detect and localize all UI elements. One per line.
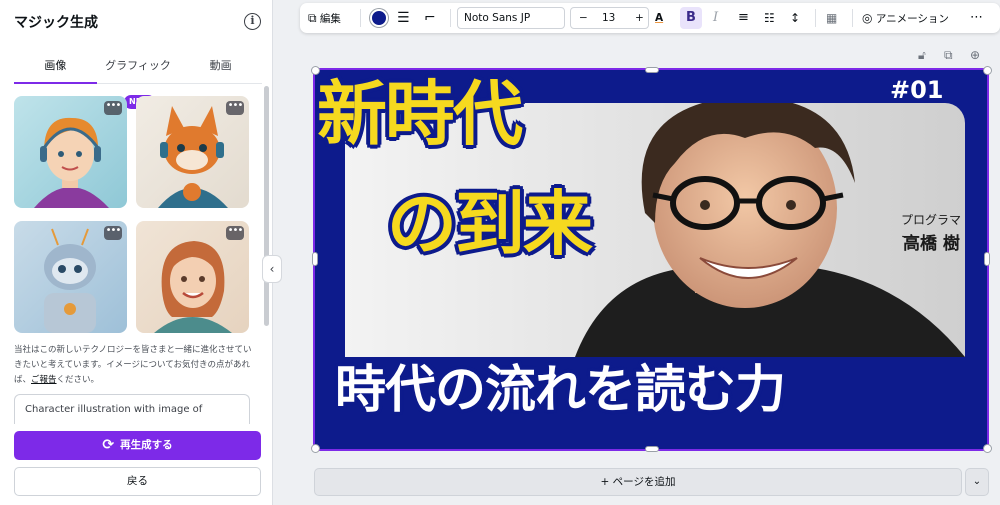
resize-handle-left[interactable] — [312, 252, 318, 266]
generated-image-2[interactable]: ••• — [136, 96, 249, 208]
edit-label: 編集 — [319, 13, 341, 25]
description-text-end: ください。 — [56, 375, 100, 385]
decrease-size-icon[interactable]: − — [579, 8, 588, 28]
generated-image-4[interactable]: ••• — [136, 221, 249, 333]
generated-image-1[interactable]: ••• — [14, 96, 127, 208]
tab-images[interactable]: 画像 — [14, 48, 97, 84]
tab-images-label: 画像 — [44, 59, 67, 72]
report-link[interactable]: ご報告 — [31, 375, 57, 385]
font-family-select[interactable]: Noto Sans JP — [457, 7, 565, 29]
line-spacing-icon[interactable]: ↕ — [790, 3, 800, 33]
feedback-description: 当社はこの新しいテクノロジーを皆さまと一緒に進化させていきたいと考えています。イ… — [14, 343, 254, 388]
collapse-panel-button[interactable]: ‹ — [262, 255, 282, 283]
add-icon[interactable]: ⊕ — [970, 48, 980, 62]
prompt-input[interactable]: Character illustration with image of — [14, 394, 250, 424]
design-canvas[interactable]: プログラマー 高橋 樹 #01 新時代 の到来 時代の流れを読む力 — [313, 68, 989, 451]
font-size-stepper[interactable]: − 13 + — [570, 7, 649, 29]
episode-number: #01 — [890, 76, 944, 104]
resize-handle-top-right[interactable] — [983, 66, 992, 75]
resize-handle-bottom-left[interactable] — [311, 444, 320, 453]
headline-line-1[interactable]: 新時代 — [317, 76, 523, 152]
headline-line-2[interactable]: の到来 — [387, 186, 593, 262]
font-size-value[interactable]: 13 — [602, 8, 615, 28]
panel-tabs: 画像 グラフィックNEW 動画 — [14, 48, 262, 109]
magic-generate-panel: マジック生成 i 画像 グラフィックNEW 動画 ••• — [0, 0, 273, 505]
increase-size-icon[interactable]: + — [635, 8, 644, 28]
divider — [815, 9, 816, 27]
bold-button[interactable]: B — [680, 7, 702, 29]
animation-label: アニメーション — [875, 13, 949, 25]
corner-style-icon[interactable]: ⌐ — [424, 3, 436, 33]
tab-videos-label: 動画 — [209, 59, 232, 72]
lock-icon[interactable]: 🔓︎ — [918, 48, 926, 63]
resize-handle-top-left[interactable] — [311, 66, 320, 75]
chevron-left-icon: ‹ — [269, 262, 275, 276]
resize-handle-right[interactable] — [984, 252, 990, 266]
panel-title: マジック生成 — [14, 15, 98, 31]
tab-graphics-label: グラフィック — [105, 59, 171, 72]
shapes-icon: ⧉ — [308, 11, 317, 25]
animation-icon: ◎ — [862, 11, 873, 25]
tab-videos[interactable]: 動画 — [179, 48, 262, 83]
more-options-button[interactable]: ••• — [226, 101, 244, 115]
back-button[interactable]: 戻る — [14, 467, 261, 496]
border-weight-icon[interactable]: ☰ — [397, 3, 410, 33]
animation-button[interactable]: ◎ アニメーション — [862, 3, 949, 33]
align-center-icon[interactable]: ≡ — [738, 3, 749, 33]
resize-handle-bottom-right[interactable] — [983, 444, 992, 453]
divider — [450, 9, 451, 27]
more-options-button[interactable]: ••• — [104, 226, 122, 240]
refresh-icon: ⟳ — [102, 437, 115, 453]
resize-handle-top[interactable] — [645, 67, 659, 73]
editor-toolbar: ⧉ 編集 ☰ ⌐ Noto Sans JP − 13 + A B I ≡ ☷ ↕… — [300, 3, 1000, 33]
regenerate-label: 再生成する — [120, 439, 173, 451]
speaker-name: 高橋 樹 — [903, 234, 960, 254]
text-color-a-icon[interactable]: A — [655, 3, 663, 33]
tab-graphics[interactable]: グラフィックNEW — [97, 48, 180, 109]
text-color-button[interactable] — [370, 9, 388, 27]
regenerate-button[interactable]: ⟳ 再生成する — [14, 431, 261, 460]
duplicate-icon[interactable]: ⧉ — [944, 48, 953, 63]
subheadline[interactable]: 時代の流れを読む力 — [335, 348, 786, 422]
panel-scrollbar[interactable] — [264, 86, 269, 326]
edit-button[interactable]: ⧉ 編集 — [308, 3, 341, 33]
italic-button[interactable]: I — [713, 3, 718, 33]
chevron-down-icon[interactable]: ⌄ — [965, 468, 989, 496]
generated-image-3[interactable]: ••• — [14, 221, 127, 333]
more-options-button[interactable]: ••• — [104, 101, 122, 115]
divider — [852, 9, 853, 27]
transparency-icon[interactable]: ▦ — [826, 3, 837, 33]
add-page-button[interactable]: + ページを追加 — [314, 468, 962, 496]
more-options-button[interactable]: ••• — [226, 226, 244, 240]
list-icon[interactable]: ☷ — [764, 3, 775, 33]
resize-handle-bottom[interactable] — [645, 446, 659, 452]
more-options-icon[interactable]: ⋯ — [970, 3, 983, 33]
info-icon[interactable]: i — [244, 13, 261, 30]
divider — [360, 9, 361, 27]
